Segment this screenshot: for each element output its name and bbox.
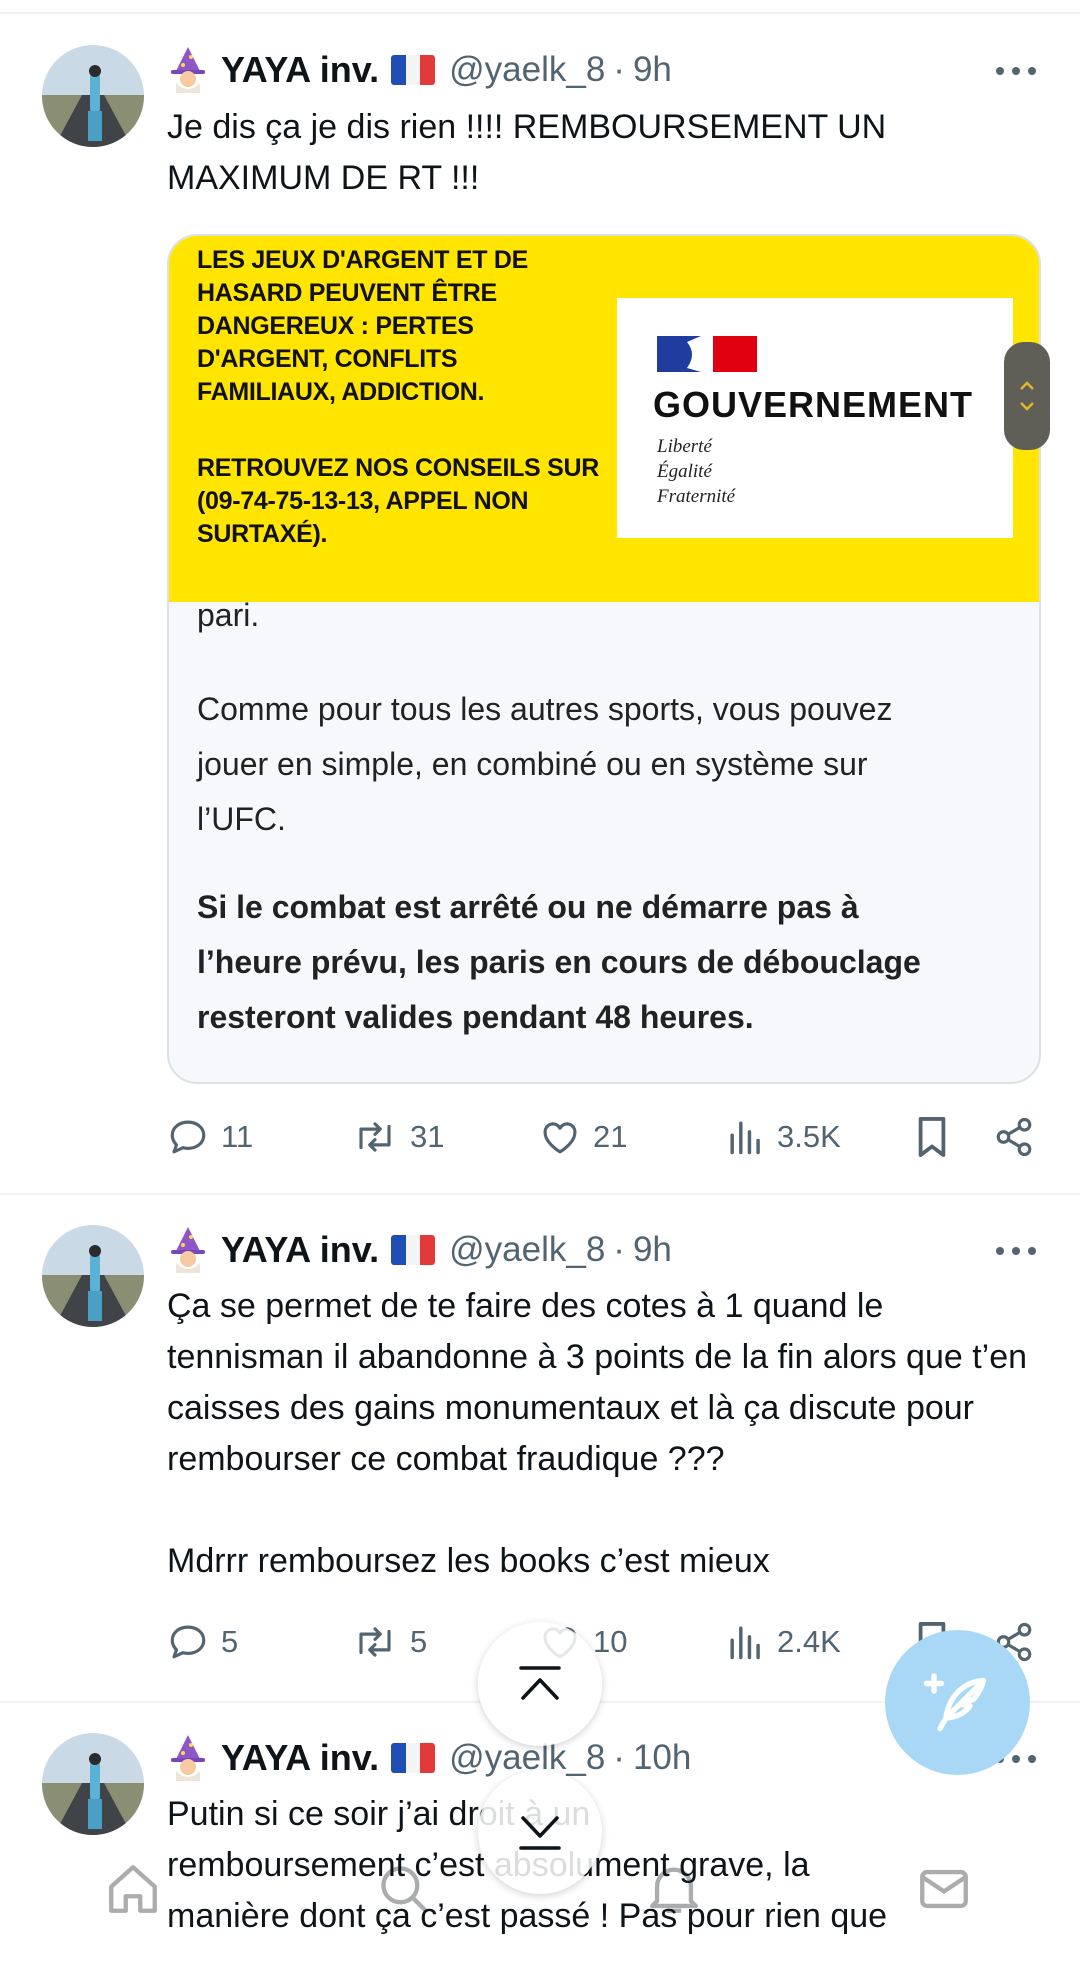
heart-icon xyxy=(543,1122,577,1154)
home-icon[interactable] xyxy=(104,1860,162,1918)
share-icon xyxy=(996,1117,1032,1157)
timestamp[interactable]: 9h xyxy=(633,1230,672,1270)
share-button[interactable] xyxy=(993,1112,1047,1162)
views-button[interactable]: 2.4K xyxy=(727,1617,841,1667)
display-name[interactable]: YAYA inv. xyxy=(221,49,379,91)
tweet-1[interactable]: YAYA inv. @yaelk_8 · 9h Je dis ça je dis… xyxy=(0,0,1080,1190)
tweet-media-image[interactable]: LES JEUX D'ARGENT ET DE HASARD PEUVENT Ê… xyxy=(167,234,1041,1084)
advice-text: RETROUVEZ NOS CONSEILS SUR (09-74-75-13-… xyxy=(197,454,599,548)
views-button[interactable]: 3.5K xyxy=(727,1112,841,1162)
reply-count: 5 xyxy=(221,1624,239,1659)
tweet-header: YAYA inv. @yaelk_8 · 10h xyxy=(167,1730,691,1786)
display-name[interactable]: YAYA inv. xyxy=(221,1737,379,1779)
wizard-emoji-icon xyxy=(171,1227,205,1273)
government-logo: GOUVERNEMENT Liberté Égalité Fraternité xyxy=(617,298,1013,538)
separator: · xyxy=(613,1738,625,1777)
separator: · xyxy=(613,1230,625,1269)
views-icon xyxy=(730,1121,760,1155)
notifications-icon[interactable] xyxy=(645,1860,703,1918)
timestamp[interactable]: 10h xyxy=(633,1738,691,1778)
bookmark-button[interactable] xyxy=(913,1112,963,1162)
view-count: 2.4K xyxy=(777,1624,841,1659)
compose-button[interactable] xyxy=(885,1630,1030,1775)
separator: · xyxy=(613,50,625,89)
more-options-icon[interactable] xyxy=(996,1244,1036,1258)
scroll-handle[interactable] xyxy=(1004,342,1050,450)
like-count: 21 xyxy=(593,1119,628,1154)
more-options-icon[interactable] xyxy=(996,64,1036,78)
view-count: 3.5K xyxy=(777,1119,841,1154)
reply-icon xyxy=(170,1625,206,1659)
compose-icon xyxy=(923,1672,986,1731)
like-button[interactable]: 21 xyxy=(539,1112,627,1162)
retweet-button[interactable]: 5 xyxy=(352,1617,427,1667)
tweet-text: Ça se permet de te faire des cotes à 1 q… xyxy=(167,1287,1028,1580)
partial-text: pari. xyxy=(197,597,260,633)
warning-banner: LES JEUX D'ARGENT ET DE HASARD PEUVENT Ê… xyxy=(169,236,1039,602)
france-flag-icon xyxy=(391,1235,436,1265)
tweet-header: YAYA inv. @yaelk_8 · 9h xyxy=(167,1222,672,1278)
scroll-down-icon xyxy=(519,1816,561,1850)
reply-icon xyxy=(170,1120,206,1154)
tweet-actions: 11 31 21 3.5K xyxy=(167,1112,1037,1162)
reply-button[interactable]: 11 xyxy=(167,1112,253,1162)
chevron-down-icon xyxy=(1020,402,1034,411)
bookmark-icon xyxy=(918,1117,946,1157)
gov-motto: Liberté Égalité Fraternité xyxy=(657,436,736,507)
france-flag-icon xyxy=(391,55,436,85)
france-flag-icon xyxy=(391,1743,436,1773)
avatar[interactable] xyxy=(42,45,144,147)
gov-title: GOUVERNEMENT xyxy=(653,384,974,425)
tweet-header: YAYA inv. @yaelk_8 · 9h xyxy=(167,42,672,98)
handle[interactable]: @yaelk_8 xyxy=(449,50,605,90)
scroll-top-icon xyxy=(519,1666,561,1700)
handle[interactable]: @yaelk_8 xyxy=(449,1230,605,1270)
scroll-down-button[interactable] xyxy=(478,1770,602,1894)
retweet-icon xyxy=(359,1122,391,1152)
search-icon[interactable] xyxy=(375,1860,433,1918)
like-count: 10 xyxy=(593,1624,628,1659)
reply-button[interactable]: 5 xyxy=(167,1617,238,1667)
media-paragraph: Comme pour tous les autres sports, vous … xyxy=(197,691,893,837)
avatar[interactable] xyxy=(42,1733,144,1835)
views-icon xyxy=(730,1626,760,1660)
wizard-emoji-icon xyxy=(171,1735,205,1781)
retweet-count: 5 xyxy=(410,1624,428,1659)
retweet-count: 31 xyxy=(410,1119,445,1154)
marianne-icon xyxy=(657,336,757,372)
timestamp[interactable]: 9h xyxy=(633,50,672,90)
gambling-warning-text: LES JEUX D'ARGENT ET DE HASARD PEUVENT Ê… xyxy=(197,246,529,406)
media-bold-paragraph: Si le combat est arrêté ou ne démarre pa… xyxy=(197,889,921,1035)
reply-count: 11 xyxy=(221,1119,254,1154)
display-name[interactable]: YAYA inv. xyxy=(221,1229,379,1271)
chevron-up-icon xyxy=(1020,381,1034,390)
scroll-to-top-button[interactable] xyxy=(478,1622,602,1746)
tweet-text: Je dis ça je dis rien !!!! REMBOURSEMENT… xyxy=(167,108,887,197)
wizard-emoji-icon xyxy=(171,47,205,93)
retweet-icon xyxy=(359,1627,391,1657)
retweet-button[interactable]: 31 xyxy=(352,1112,444,1162)
messages-icon[interactable] xyxy=(915,1860,973,1918)
avatar[interactable] xyxy=(42,1225,144,1327)
